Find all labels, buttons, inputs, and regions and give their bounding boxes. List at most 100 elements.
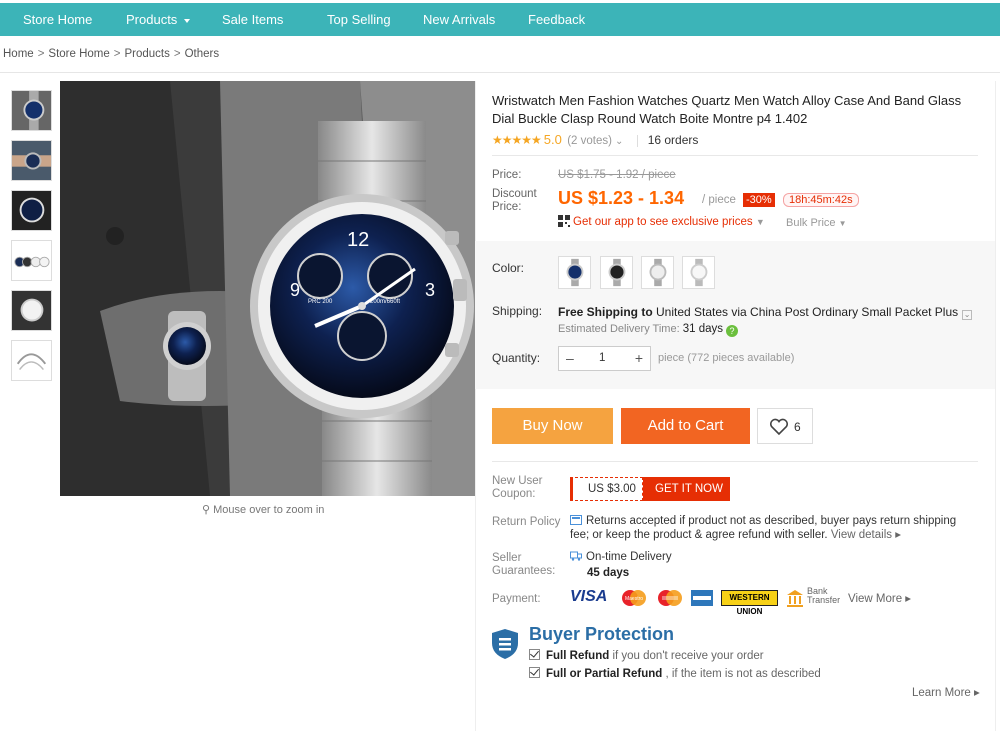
mastercard-icon [658, 590, 682, 606]
protection-full-refund: Full Refund if you don't receive your or… [529, 649, 764, 662]
heart-icon [769, 418, 789, 436]
breadcrumb-others[interactable]: Others [185, 48, 220, 60]
quantity-input[interactable]: 1 [599, 352, 605, 364]
color-swatch-blue[interactable] [558, 256, 591, 289]
nav-products[interactable]: Products [126, 12, 191, 27]
watch-swatch-image [566, 258, 584, 287]
chevron-down-icon: ▼ [755, 217, 765, 227]
chevron-down-icon[interactable]: ⌄ [962, 310, 973, 320]
get-coupon-button[interactable]: GET IT NOW [643, 477, 730, 501]
dial-sub-label-right: 200m/660ft [370, 299, 400, 305]
breadcrumb-products[interactable]: Products [124, 48, 169, 60]
thumbnail-3[interactable] [11, 190, 52, 231]
wishlist-button[interactable]: 6 [757, 408, 813, 444]
countdown-timer: 18h:45m:42s [783, 193, 859, 207]
rating-score: 5.0 [543, 132, 562, 147]
checkbox-icon [529, 667, 540, 678]
nav-store-home[interactable]: Store Home [23, 12, 92, 27]
buyer-protection-title: Buyer Protection [529, 624, 675, 644]
dial-twelve-mark: 12 [347, 229, 369, 251]
watch-thumbnail-image [12, 191, 51, 230]
top-nav: Store Home Products Sale Items Top Selli… [0, 3, 1000, 36]
watch-product-photo: 12 9 3 PRC 200 200m/660ft [60, 81, 475, 496]
visa-text: VISA [570, 588, 608, 605]
buy-now-button[interactable]: Buy Now [492, 408, 613, 444]
nav-products-label: Products [126, 12, 178, 27]
view-more-payment-link[interactable]: View More ▸ [848, 591, 911, 605]
color-label: Color: [492, 261, 525, 275]
return-policy-text: Returns accepted if product not as descr… [570, 514, 970, 542]
visa-icon: VISA [570, 588, 607, 608]
wishlist-count: 6 [794, 420, 801, 434]
seller-guarantees-label: Seller Guarantees: [492, 552, 556, 577]
seller-guarantee: On-time Delivery [570, 551, 672, 563]
discount-price: US $1.23 - 1.34 [558, 188, 685, 208]
nav-top-selling[interactable]: Top Selling [327, 12, 391, 27]
help-icon[interactable]: ? [726, 325, 738, 337]
add-to-cart-button[interactable]: Add to Cart [621, 408, 750, 444]
zoom-hint: ⚲ Mouse over to zoom in [202, 503, 324, 516]
qr-code-icon [558, 215, 570, 227]
shipping-method-text: United States via China Post Ordinary Sm… [652, 305, 959, 319]
bulk-price-dropdown[interactable]: Bulk Price ▼ [786, 217, 847, 229]
maestro-icon: Maestro [622, 590, 646, 606]
app-price-link[interactable]: Get our app to see exclusive prices ▼ [558, 215, 765, 228]
app-price-text: Get our app to see exclusive prices [573, 216, 753, 228]
free-shipping-text: Free Shipping to [558, 305, 653, 319]
return-policy-label: Return Policy [492, 516, 561, 528]
quantity-available: piece (772 pieces available) [658, 352, 795, 364]
protection-line2-bold: Full or Partial Refund [546, 668, 663, 680]
breadcrumb-store-home[interactable]: Store Home [48, 48, 109, 60]
delivery-estimate: Estimated Delivery Time: 31 days? [558, 323, 738, 337]
watch-swatch-image [608, 258, 626, 287]
discount-price-label: Discount Price: [492, 188, 537, 213]
return-icon [570, 515, 582, 525]
protection-line2-text: , if the item is not as described [662, 668, 821, 680]
original-price: US $1.75 - 1.92 / piece [558, 169, 676, 181]
price-label: Price: [492, 169, 522, 181]
star-rating-icon: ★★★★★ [492, 133, 542, 147]
color-swatch-silver[interactable] [682, 256, 715, 289]
nav-new-arrivals[interactable]: New Arrivals [423, 12, 495, 27]
product-main-image[interactable]: 12 9 3 PRC 200 200m/660ft [60, 81, 475, 496]
shield-icon [492, 629, 518, 659]
price-unit: / piece [702, 194, 736, 206]
breadcrumb-home[interactable]: Home [3, 48, 34, 60]
thumbnail-1[interactable] [11, 90, 52, 131]
watch-thumbnail-image [12, 141, 51, 180]
votes-link[interactable]: (2 votes) [567, 135, 612, 147]
color-swatch-white[interactable] [641, 256, 674, 289]
amex-icon [691, 590, 713, 606]
learn-more-link[interactable]: Learn More ▸ [912, 685, 980, 699]
thumbnail-2[interactable] [11, 140, 52, 181]
watch-thumbnail-image [12, 341, 51, 380]
quantity-increase-button[interactable]: + [635, 350, 643, 366]
nav-feedback[interactable]: Feedback [528, 12, 585, 27]
maestro-text: Maestro [625, 596, 643, 602]
protection-line1-bold: Full Refund [546, 650, 610, 662]
divider [492, 461, 978, 462]
checkbox-icon [529, 649, 540, 660]
thumbnail-4[interactable] [11, 240, 52, 281]
quantity-decrease-button[interactable]: – [566, 350, 574, 366]
chevron-down-icon[interactable]: ⌄ [615, 136, 623, 147]
right-edge-divider [995, 81, 996, 731]
coupon-label: New User Coupon: [492, 475, 543, 500]
guarantee-text: On-time Delivery [586, 551, 672, 563]
discount-badge: -30% [743, 193, 775, 207]
watch-swatch-image [649, 258, 667, 287]
protection-partial-refund: Full or Partial Refund , if the item is … [529, 667, 821, 680]
view-details-link[interactable]: View details ▸ [831, 529, 901, 541]
rating-row: ★★★★★ 5.0 (2 votes) ⌄ 16 orders [492, 132, 698, 147]
dial-sub-label-left: PRC 200 [308, 299, 333, 305]
nav-sale-items[interactable]: Sale Items [222, 12, 283, 27]
product-detail-panel: Wristwatch Men Fashion Watches Quartz Me… [475, 81, 995, 731]
thumbnail-5[interactable] [11, 290, 52, 331]
color-swatch-black[interactable] [600, 256, 633, 289]
protection-line1-text: if you don't receive your order [609, 650, 764, 662]
zoom-hint-text: Mouse over to zoom in [213, 504, 325, 516]
eta-label: Estimated Delivery Time: [558, 323, 680, 335]
magnifier-icon: ⚲ [202, 504, 211, 516]
thumbnail-6[interactable] [11, 340, 52, 381]
shipping-selector[interactable]: Free Shipping to United States via China… [558, 305, 973, 320]
